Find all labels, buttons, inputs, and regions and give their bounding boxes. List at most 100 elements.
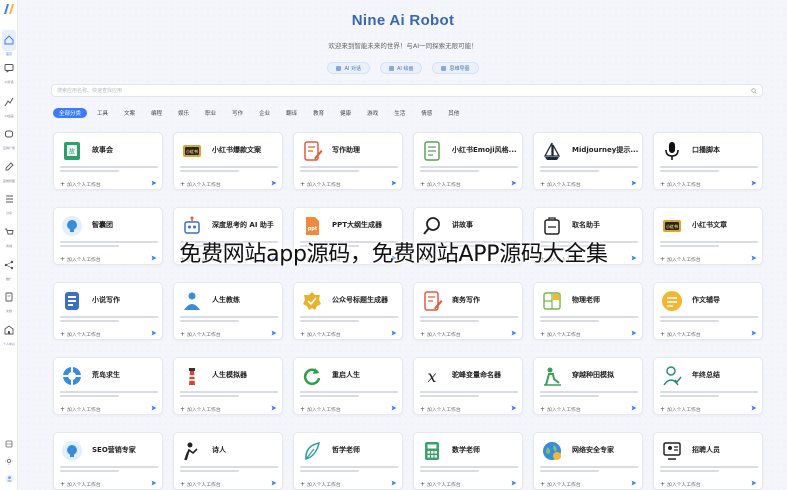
sidebar-item-edit[interactable]: 思维导图 <box>0 157 18 183</box>
send-icon[interactable] <box>511 405 517 411</box>
sidebar-item-chat[interactable]: AI对话 <box>0 58 18 84</box>
app-card[interactable]: Midjourney提示... + 加入个人工作台 <box>533 132 643 190</box>
send-icon[interactable] <box>631 180 637 186</box>
app-card[interactable]: 小红书 小红书爆款文案 + 加入个人工作台 <box>173 132 283 190</box>
add-to-workspace-button[interactable]: + 加入个人工作台 <box>660 331 701 338</box>
add-to-workspace-button[interactable]: + 加入个人工作台 <box>540 406 581 413</box>
category-tab[interactable]: 其他 <box>442 108 465 118</box>
sidebar-item-building[interactable]: 个人中心 <box>0 320 18 346</box>
send-icon[interactable] <box>151 330 157 336</box>
send-icon[interactable] <box>511 330 517 336</box>
category-tab[interactable]: 生活 <box>388 108 411 118</box>
app-card[interactable]: 小说写作 + 加入个人工作台 <box>53 282 163 340</box>
send-icon[interactable] <box>631 330 637 336</box>
category-tab[interactable]: 写作 <box>226 108 249 118</box>
send-icon[interactable] <box>751 330 757 336</box>
add-to-workspace-button[interactable]: + 加入个人工作台 <box>180 406 221 413</box>
send-icon[interactable] <box>271 405 277 411</box>
send-icon[interactable] <box>511 180 517 186</box>
send-icon[interactable] <box>391 180 397 186</box>
app-card[interactable]: 重启人生 + 加入个人工作台 <box>293 357 403 415</box>
send-icon[interactable] <box>631 480 637 486</box>
sidebar-item-doc[interactable]: 文档 <box>0 287 18 313</box>
app-card[interactable]: 人生模拟器 + 加入个人工作台 <box>173 357 283 415</box>
app-card[interactable]: 穿越种田模拟 + 加入个人工作台 <box>533 357 643 415</box>
app-card[interactable]: 故 故事会 + 加入个人工作台 <box>53 132 163 190</box>
send-icon[interactable] <box>751 405 757 411</box>
category-tab[interactable]: 企业 <box>253 108 276 118</box>
category-tab[interactable]: 工具 <box>91 108 114 118</box>
add-to-workspace-button[interactable]: + 加入个人工作台 <box>180 481 221 488</box>
add-to-workspace-button[interactable]: + 加入个人工作台 <box>660 481 701 488</box>
add-to-workspace-button[interactable]: + 加入个人工作台 <box>540 481 581 488</box>
add-to-workspace-button[interactable]: + 加入个人工作台 <box>300 181 341 188</box>
add-to-workspace-button[interactable]: + 加入个人工作台 <box>420 406 461 413</box>
add-to-workspace-button[interactable]: + 加入个人工作台 <box>60 406 101 413</box>
app-card[interactable]: 年终总结 + 加入个人工作台 <box>653 357 763 415</box>
add-to-workspace-button[interactable]: + 加入个人工作台 <box>420 181 461 188</box>
app-card[interactable]: SEO营销专家 + 加入个人工作台 <box>53 432 163 490</box>
ai-draw-button[interactable]: AI 绘画 <box>379 62 423 74</box>
app-card[interactable]: 人生教练 + 加入个人工作台 <box>173 282 283 340</box>
add-to-workspace-button[interactable]: + 加入个人工作台 <box>420 481 461 488</box>
app-card[interactable]: 荒岛求生 + 加入个人工作台 <box>53 357 163 415</box>
add-to-workspace-button[interactable]: + 加入个人工作台 <box>60 331 101 338</box>
app-card[interactable]: 商务写作 + 加入个人工作台 <box>413 282 523 340</box>
category-tab[interactable]: 编程 <box>145 108 168 118</box>
add-to-workspace-button[interactable]: + 加入个人工作台 <box>420 331 461 338</box>
category-tab[interactable]: 职业 <box>199 108 222 118</box>
app-card[interactable]: 作文辅导 + 加入个人工作台 <box>653 282 763 340</box>
add-to-workspace-button[interactable]: + 加入个人工作台 <box>180 331 221 338</box>
app-card[interactable]: 招聘人员 + 加入个人工作台 <box>653 432 763 490</box>
category-tab[interactable]: 健康 <box>334 108 357 118</box>
send-icon[interactable] <box>391 480 397 486</box>
add-to-workspace-button[interactable]: + 加入个人工作台 <box>60 481 101 488</box>
app-card[interactable]: 数学老师 + 加入个人工作台 <box>413 432 523 490</box>
app-card[interactable]: 网络安全专家 + 加入个人工作台 <box>533 432 643 490</box>
add-to-workspace-button[interactable]: + 加入个人工作台 <box>660 406 701 413</box>
app-card[interactable]: 哲学老师 + 加入个人工作台 <box>293 432 403 490</box>
send-icon[interactable] <box>751 480 757 486</box>
sun-icon[interactable] <box>0 457 18 465</box>
send-icon[interactable] <box>751 180 757 186</box>
add-to-workspace-button[interactable]: + 加入个人工作台 <box>60 181 101 188</box>
category-tab[interactable]: 情感 <box>415 108 438 118</box>
add-to-workspace-button[interactable]: + 加入个人工作台 <box>180 181 221 188</box>
sidebar-item-chart[interactable]: AI绘画 <box>0 92 18 118</box>
category-tab[interactable]: 娱乐 <box>172 108 195 118</box>
category-tab[interactable]: 全部分类 <box>53 108 88 118</box>
add-to-workspace-button[interactable]: + 加入个人工作台 <box>540 181 581 188</box>
ai-chat-button[interactable]: AI 对话 <box>327 62 370 74</box>
category-tab[interactable]: 游戏 <box>361 108 384 118</box>
sidebar-item-list[interactable]: 分享 <box>0 189 18 215</box>
app-card[interactable]: 口播脚本 + 加入个人工作台 <box>653 132 763 190</box>
add-to-workspace-button[interactable]: + 加入个人工作台 <box>660 181 701 188</box>
send-icon[interactable] <box>271 330 277 336</box>
add-to-workspace-button[interactable]: + 加入个人工作台 <box>300 406 341 413</box>
search-input[interactable]: 搜索应用名称、快速查找应用 <box>51 84 763 97</box>
add-to-workspace-button[interactable]: + 加入个人工作台 <box>540 331 581 338</box>
category-tab[interactable]: 文案 <box>118 108 141 118</box>
add-to-workspace-button[interactable]: + 加入个人工作台 <box>300 481 341 488</box>
app-card[interactable]: 写作助理 + 加入个人工作台 <box>293 132 403 190</box>
mindmap-button[interactable]: 思维导图 <box>432 62 479 74</box>
category-tab[interactable]: 教育 <box>307 108 330 118</box>
send-icon[interactable] <box>151 480 157 486</box>
sidebar-item-app[interactable]: 应用广场 <box>0 124 18 150</box>
send-icon[interactable] <box>151 405 157 411</box>
storage-icon[interactable] <box>0 440 18 448</box>
app-card[interactable]: 小红书Emoji风格... + 加入个人工作台 <box>413 132 523 190</box>
app-card[interactable]: 公众号标题生成器 + 加入个人工作台 <box>293 282 403 340</box>
send-icon[interactable] <box>631 405 637 411</box>
send-icon[interactable] <box>511 480 517 486</box>
add-to-workspace-button[interactable]: + 加入个人工作台 <box>300 331 341 338</box>
search-icon[interactable] <box>751 88 757 94</box>
app-card[interactable]: x 驼峰变量命名器 + 加入个人工作台 <box>413 357 523 415</box>
app-card[interactable]: 诗人 + 加入个人工作台 <box>173 432 283 490</box>
sidebar-item-home[interactable]: 首页 <box>0 30 18 56</box>
app-card[interactable]: 物理老师 + 加入个人工作台 <box>533 282 643 340</box>
send-icon[interactable] <box>151 180 157 186</box>
send-icon[interactable] <box>391 330 397 336</box>
send-icon[interactable] <box>271 480 277 486</box>
send-icon[interactable] <box>271 180 277 186</box>
